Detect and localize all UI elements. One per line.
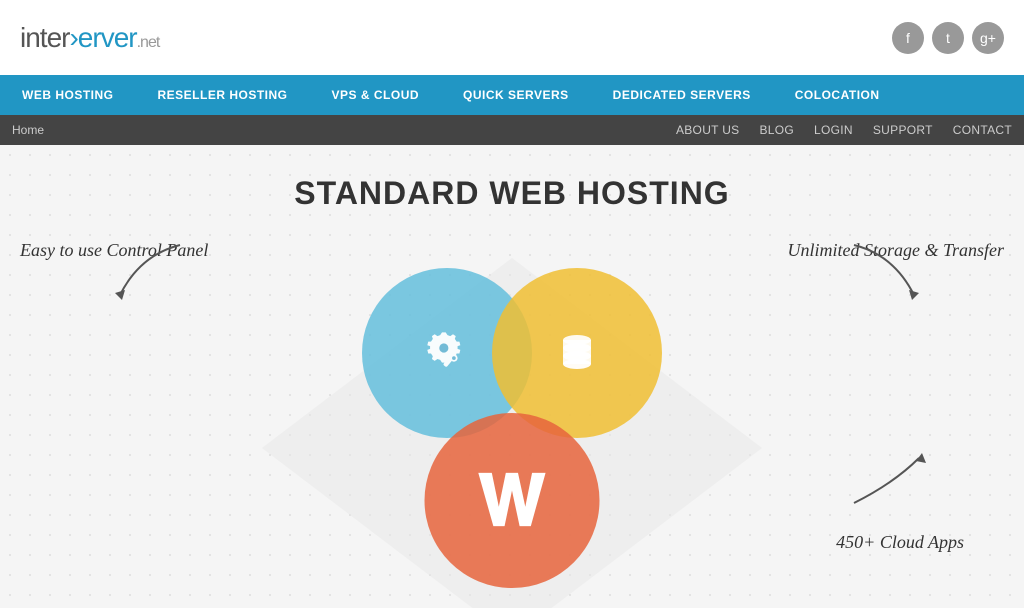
hero-section: STANDARD WEB HOSTING Easy to use Control…: [0, 145, 1024, 608]
twitter-icon[interactable]: t: [932, 22, 964, 54]
venn-diagram: 𝐖: [332, 268, 692, 588]
logo-inter: inter: [20, 22, 69, 53]
gear-wrench-icon: [420, 326, 475, 381]
wordpress-icon: 𝐖: [478, 466, 545, 536]
link-contact[interactable]: CONTACT: [953, 123, 1012, 137]
secondary-right-links: ABOUT US BLOG LOGIN SUPPORT CONTACT: [676, 123, 1012, 137]
link-about-us[interactable]: ABOUT US: [676, 123, 740, 137]
site-header: inter›erver.net f t g+: [0, 0, 1024, 75]
social-icons-group: f t g+: [892, 22, 1004, 54]
link-support[interactable]: SUPPORT: [873, 123, 933, 137]
hero-title: STANDARD WEB HOSTING: [294, 175, 729, 212]
nav-vps-cloud[interactable]: VPS & CLOUD: [310, 75, 442, 115]
database-icon: [552, 328, 602, 378]
link-blog[interactable]: BLOG: [759, 123, 794, 137]
logo-arrow: ›: [69, 22, 77, 54]
nav-reseller-hosting[interactable]: RESELLER HOSTING: [136, 75, 310, 115]
nav-dedicated-servers[interactable]: DEDICATED SERVERS: [591, 75, 773, 115]
site-logo[interactable]: inter›erver.net: [20, 22, 159, 54]
nav-colocation[interactable]: COLOCATION: [773, 75, 902, 115]
facebook-icon[interactable]: f: [892, 22, 924, 54]
arrow-left-svg: [100, 235, 220, 315]
googleplus-icon[interactable]: g+: [972, 22, 1004, 54]
label-cloud-apps: 450+ Cloud Apps: [836, 532, 964, 553]
arrow-bottom-right-svg: [834, 443, 934, 513]
nav-web-hosting[interactable]: WEB HOSTING: [0, 75, 136, 115]
circle-cloud-apps: 𝐖: [425, 413, 600, 588]
secondary-navigation: Home ABOUT US BLOG LOGIN SUPPORT CONTACT: [0, 115, 1024, 145]
logo-server: erver: [78, 22, 137, 53]
logo-net: .net: [137, 34, 160, 51]
main-navigation: WEB HOSTING RESELLER HOSTING VPS & CLOUD…: [0, 75, 1024, 115]
nav-quick-servers[interactable]: QUICK SERVERS: [441, 75, 591, 115]
arrow-right-svg: [814, 235, 934, 315]
breadcrumb-home[interactable]: Home: [12, 123, 44, 137]
link-login[interactable]: LOGIN: [814, 123, 853, 137]
